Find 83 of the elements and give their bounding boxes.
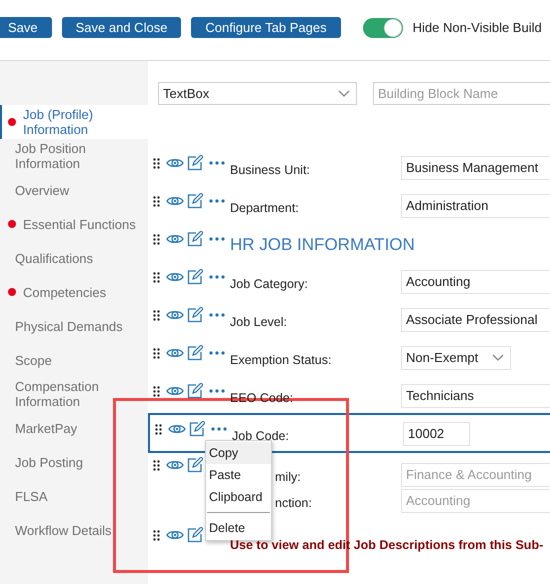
eye-icon[interactable] (166, 459, 184, 471)
edit-icon[interactable] (187, 155, 203, 171)
drag-handle-icon[interactable] (153, 196, 160, 206)
menu-item[interactable]: Paste (206, 464, 271, 486)
field-label: Exemption Status: (230, 353, 332, 367)
menu-item[interactable]: Delete (206, 517, 271, 539)
field-label: Job Level: (230, 315, 287, 329)
field-label: EEO Code: (230, 391, 294, 405)
drag-handle-icon[interactable] (153, 386, 160, 396)
input-field: Finance & Accounting (401, 463, 550, 487)
more-icon[interactable] (209, 275, 225, 279)
sidebar-item[interactable]: FLSA (0, 479, 148, 513)
eye-icon[interactable] (166, 309, 184, 321)
edit-icon[interactable] (187, 383, 203, 399)
eye-icon[interactable] (166, 347, 184, 359)
input-field[interactable]: Technicians (401, 384, 550, 408)
eye-icon[interactable] (166, 529, 184, 541)
toggle-switch[interactable] (362, 18, 403, 38)
more-icon[interactable] (209, 313, 225, 317)
search-field[interactable]: Building Block Name (373, 82, 550, 105)
sidebar-item[interactable]: Compensation Information (0, 377, 148, 411)
eye-icon[interactable] (166, 233, 184, 245)
eye-icon[interactable] (168, 423, 186, 435)
more-icon[interactable] (209, 351, 225, 355)
edit-icon[interactable] (187, 457, 203, 473)
input-field[interactable]: 10002 (403, 422, 470, 446)
chevron-down-icon (338, 90, 350, 98)
drag-handle-icon[interactable] (153, 460, 160, 470)
eye-icon[interactable] (166, 271, 184, 283)
field-label: nction: (275, 496, 312, 510)
edit-icon[interactable] (187, 193, 203, 209)
toolbar-button[interactable]: Save (0, 17, 52, 38)
sidebar-item[interactable]: Job Posting (0, 445, 148, 479)
edit-icon[interactable] (189, 421, 205, 437)
more-icon[interactable] (209, 237, 225, 241)
eye-icon[interactable] (166, 195, 184, 207)
field-label: Job Category: (230, 277, 308, 291)
dropdown-field[interactable]: Non-Exempt (401, 346, 511, 370)
drag-handle-icon[interactable] (153, 310, 160, 320)
sidebar-item[interactable]: Workflow Details (0, 513, 148, 547)
drag-handle-icon[interactable] (153, 530, 160, 540)
drag-handle-icon[interactable] (153, 158, 160, 168)
edit-icon[interactable] (187, 231, 203, 247)
sidebar-item[interactable]: Job (Profile) Information (0, 105, 148, 139)
input-field[interactable]: Administration (401, 194, 550, 218)
sidebar-item[interactable]: Job Position Information (0, 139, 148, 173)
field-label: Business Unit: (230, 163, 310, 177)
input-field[interactable]: Business Management (401, 156, 550, 180)
toolbar-button[interactable]: Configure Tab Pages (191, 17, 341, 38)
sidebar-item[interactable]: Scope (0, 343, 148, 377)
drag-handle-icon[interactable] (153, 348, 160, 358)
sidebar-item[interactable]: Overview (0, 173, 148, 207)
sidebar-item[interactable]: Competencies (0, 275, 148, 309)
edit-icon[interactable] (187, 527, 203, 543)
type-dropdown[interactable]: TextBox (158, 82, 357, 105)
menu-item[interactable]: Clipboard (206, 486, 271, 508)
toggle-label: Hide Non-Visible Build (412, 18, 542, 37)
more-icon[interactable] (211, 427, 227, 431)
sidebar-item[interactable]: MarketPay (0, 411, 148, 445)
toolbar-button[interactable]: Save and Close (62, 17, 182, 38)
more-icon[interactable] (209, 161, 225, 165)
input-field[interactable]: Associate Professional (401, 308, 550, 332)
input-field: Accounting (401, 489, 550, 513)
field-label: Job Code: (232, 429, 289, 443)
eye-icon[interactable] (166, 385, 184, 397)
chevron-down-icon (492, 354, 504, 362)
sidebar-item[interactable]: Qualifications (0, 241, 148, 275)
drag-handle-icon[interactable] (153, 234, 160, 244)
edit-icon[interactable] (187, 307, 203, 323)
drag-handle-icon[interactable] (155, 424, 162, 434)
sidebar-item[interactable]: Physical Demands (0, 309, 148, 343)
input-field[interactable]: Accounting (401, 270, 550, 294)
field-label: Department: (230, 201, 299, 215)
menu-item[interactable]: Copy (206, 442, 271, 464)
drag-handle-icon[interactable] (153, 272, 160, 282)
edit-icon[interactable] (187, 345, 203, 361)
field-label: mily: (275, 470, 301, 484)
more-icon[interactable] (209, 389, 225, 393)
more-icon[interactable] (209, 199, 225, 203)
eye-icon[interactable] (166, 157, 184, 169)
edit-icon[interactable] (187, 269, 203, 285)
sidebar-item[interactable]: Essential Functions (0, 207, 148, 241)
section-heading: HR JOB INFORMATION (230, 234, 415, 256)
